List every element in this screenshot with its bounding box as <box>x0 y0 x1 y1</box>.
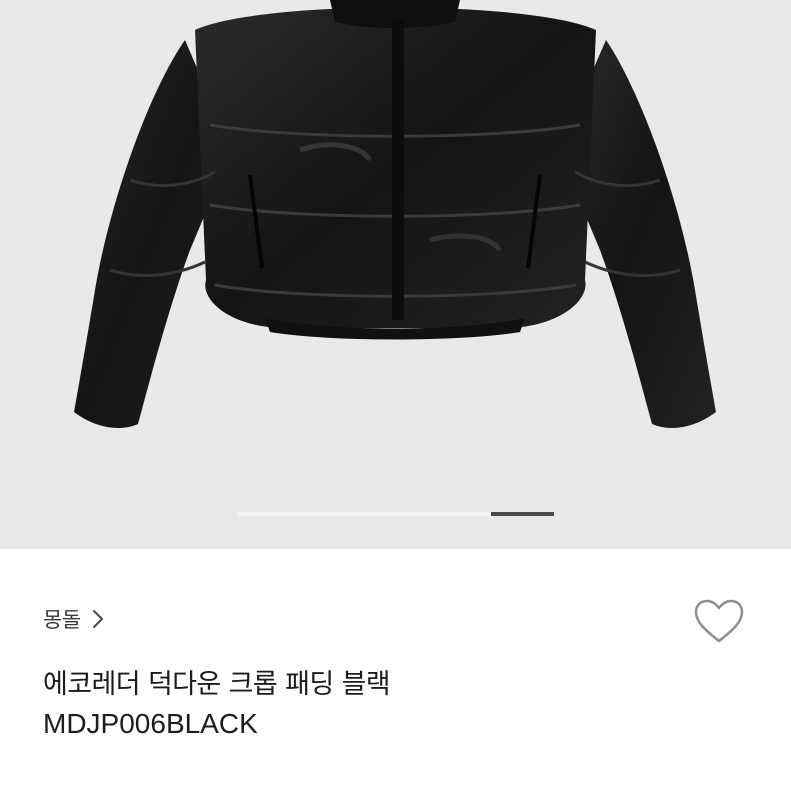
brand-name: 몽돌 <box>43 608 81 632</box>
product-title: 에코레더 덕다운 크롭 패딩 블랙 <box>43 669 391 700</box>
product-photo <box>74 0 716 428</box>
gallery-pager-indicator <box>490 512 554 516</box>
product-code: MDJP006BLACK <box>43 708 258 739</box>
product-image-gallery[interactable] <box>0 0 791 549</box>
wishlist-button[interactable] <box>690 594 748 648</box>
gallery-pager <box>237 512 554 516</box>
chevron-right-icon <box>92 610 103 628</box>
heart-outline-icon <box>694 599 744 643</box>
brand-link[interactable]: 몽돌 <box>43 603 105 635</box>
